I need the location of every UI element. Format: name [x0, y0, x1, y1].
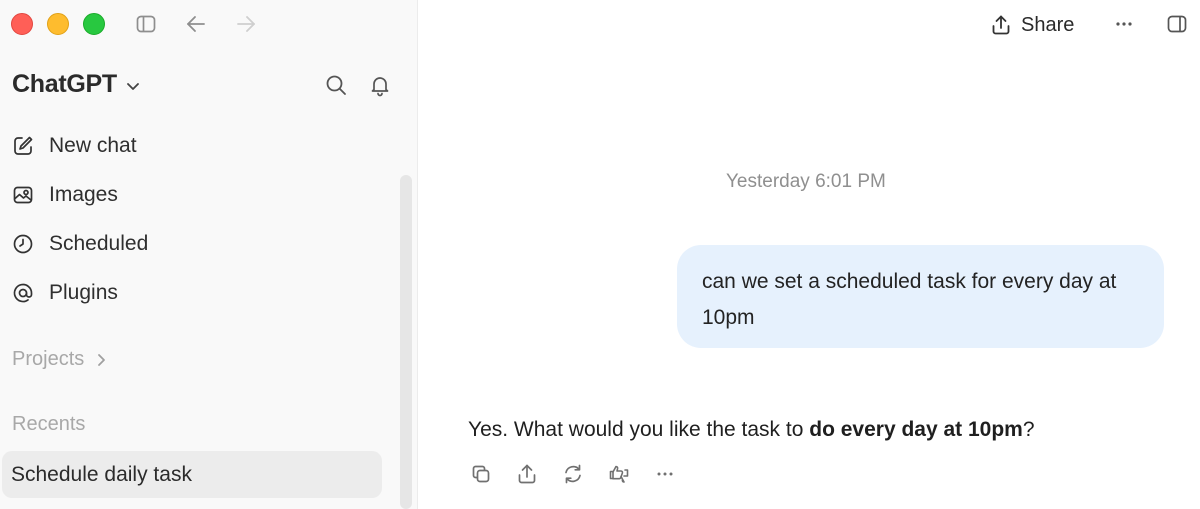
chevron-down-icon: [125, 78, 141, 94]
share-response-icon[interactable]: [515, 462, 539, 486]
sidebar-item-images[interactable]: Images: [0, 174, 380, 216]
assistant-text-end: ?: [1022, 418, 1035, 441]
assistant-text-bold: do every day at 10pm: [809, 418, 1023, 441]
recents-section-header: Recents: [12, 413, 85, 436]
projects-section-header[interactable]: Projects: [12, 348, 108, 371]
window-zoom-button[interactable]: [83, 13, 105, 35]
projects-label: Projects: [12, 348, 85, 370]
chevron-right-icon: [94, 353, 108, 367]
clock-icon: [11, 232, 35, 256]
recent-chat-item[interactable]: Schedule daily task: [2, 451, 382, 498]
message-timestamp: Yesterday 6:01 PM: [726, 171, 886, 192]
user-message-bubble: can we set a scheduled task for every da…: [677, 245, 1164, 348]
message-actions: [469, 462, 677, 486]
forward-arrow-icon[interactable]: [234, 12, 258, 36]
assistant-text: Yes. What would you like the task to: [468, 418, 810, 441]
conversation-panel: Share Yesterday 6:01 PM can we set a sch…: [419, 0, 1200, 509]
sidebar-item-plugins[interactable]: Plugins: [0, 272, 380, 314]
recents-label: Recents: [12, 413, 86, 435]
share-icon: [989, 13, 1013, 37]
sidebar: ChatGPT New chat Images Scheduled Plugin…: [0, 0, 418, 509]
assistant-message: Yes. What would you like the task to do …: [468, 418, 1035, 442]
sidebar-toggle-icon[interactable]: [134, 12, 158, 36]
model-selector[interactable]: ChatGPT: [12, 70, 141, 99]
feedback-thumbs-icon[interactable]: [607, 462, 631, 486]
sidebar-item-label: Images: [49, 183, 118, 206]
sidebar-item-label: Scheduled: [49, 232, 149, 255]
search-icon[interactable]: [324, 73, 348, 97]
sidebar-scrollbar[interactable]: [400, 175, 412, 509]
sidebar-item-label: Plugins: [49, 281, 118, 304]
sidebar-item-scheduled[interactable]: Scheduled: [0, 223, 380, 265]
back-arrow-icon[interactable]: [184, 12, 208, 36]
sidebar-item-label: New chat: [49, 134, 137, 157]
regenerate-icon[interactable]: [561, 462, 585, 486]
bell-icon[interactable]: [368, 73, 392, 97]
share-button[interactable]: Share: [989, 10, 1074, 40]
window-minimize-button[interactable]: [47, 13, 69, 35]
images-icon: [11, 183, 35, 207]
brand-title: ChatGPT: [12, 70, 117, 98]
at-sign-icon: [11, 281, 35, 305]
copy-icon[interactable]: [469, 462, 493, 486]
side-panel-icon[interactable]: [1165, 12, 1189, 36]
share-label: Share: [1021, 13, 1075, 36]
sidebar-item-new-chat[interactable]: New chat: [0, 125, 380, 167]
window-close-button[interactable]: [11, 13, 33, 35]
new-chat-icon: [11, 134, 35, 158]
more-actions-icon[interactable]: [653, 462, 677, 486]
more-options-icon[interactable]: [1112, 12, 1136, 36]
